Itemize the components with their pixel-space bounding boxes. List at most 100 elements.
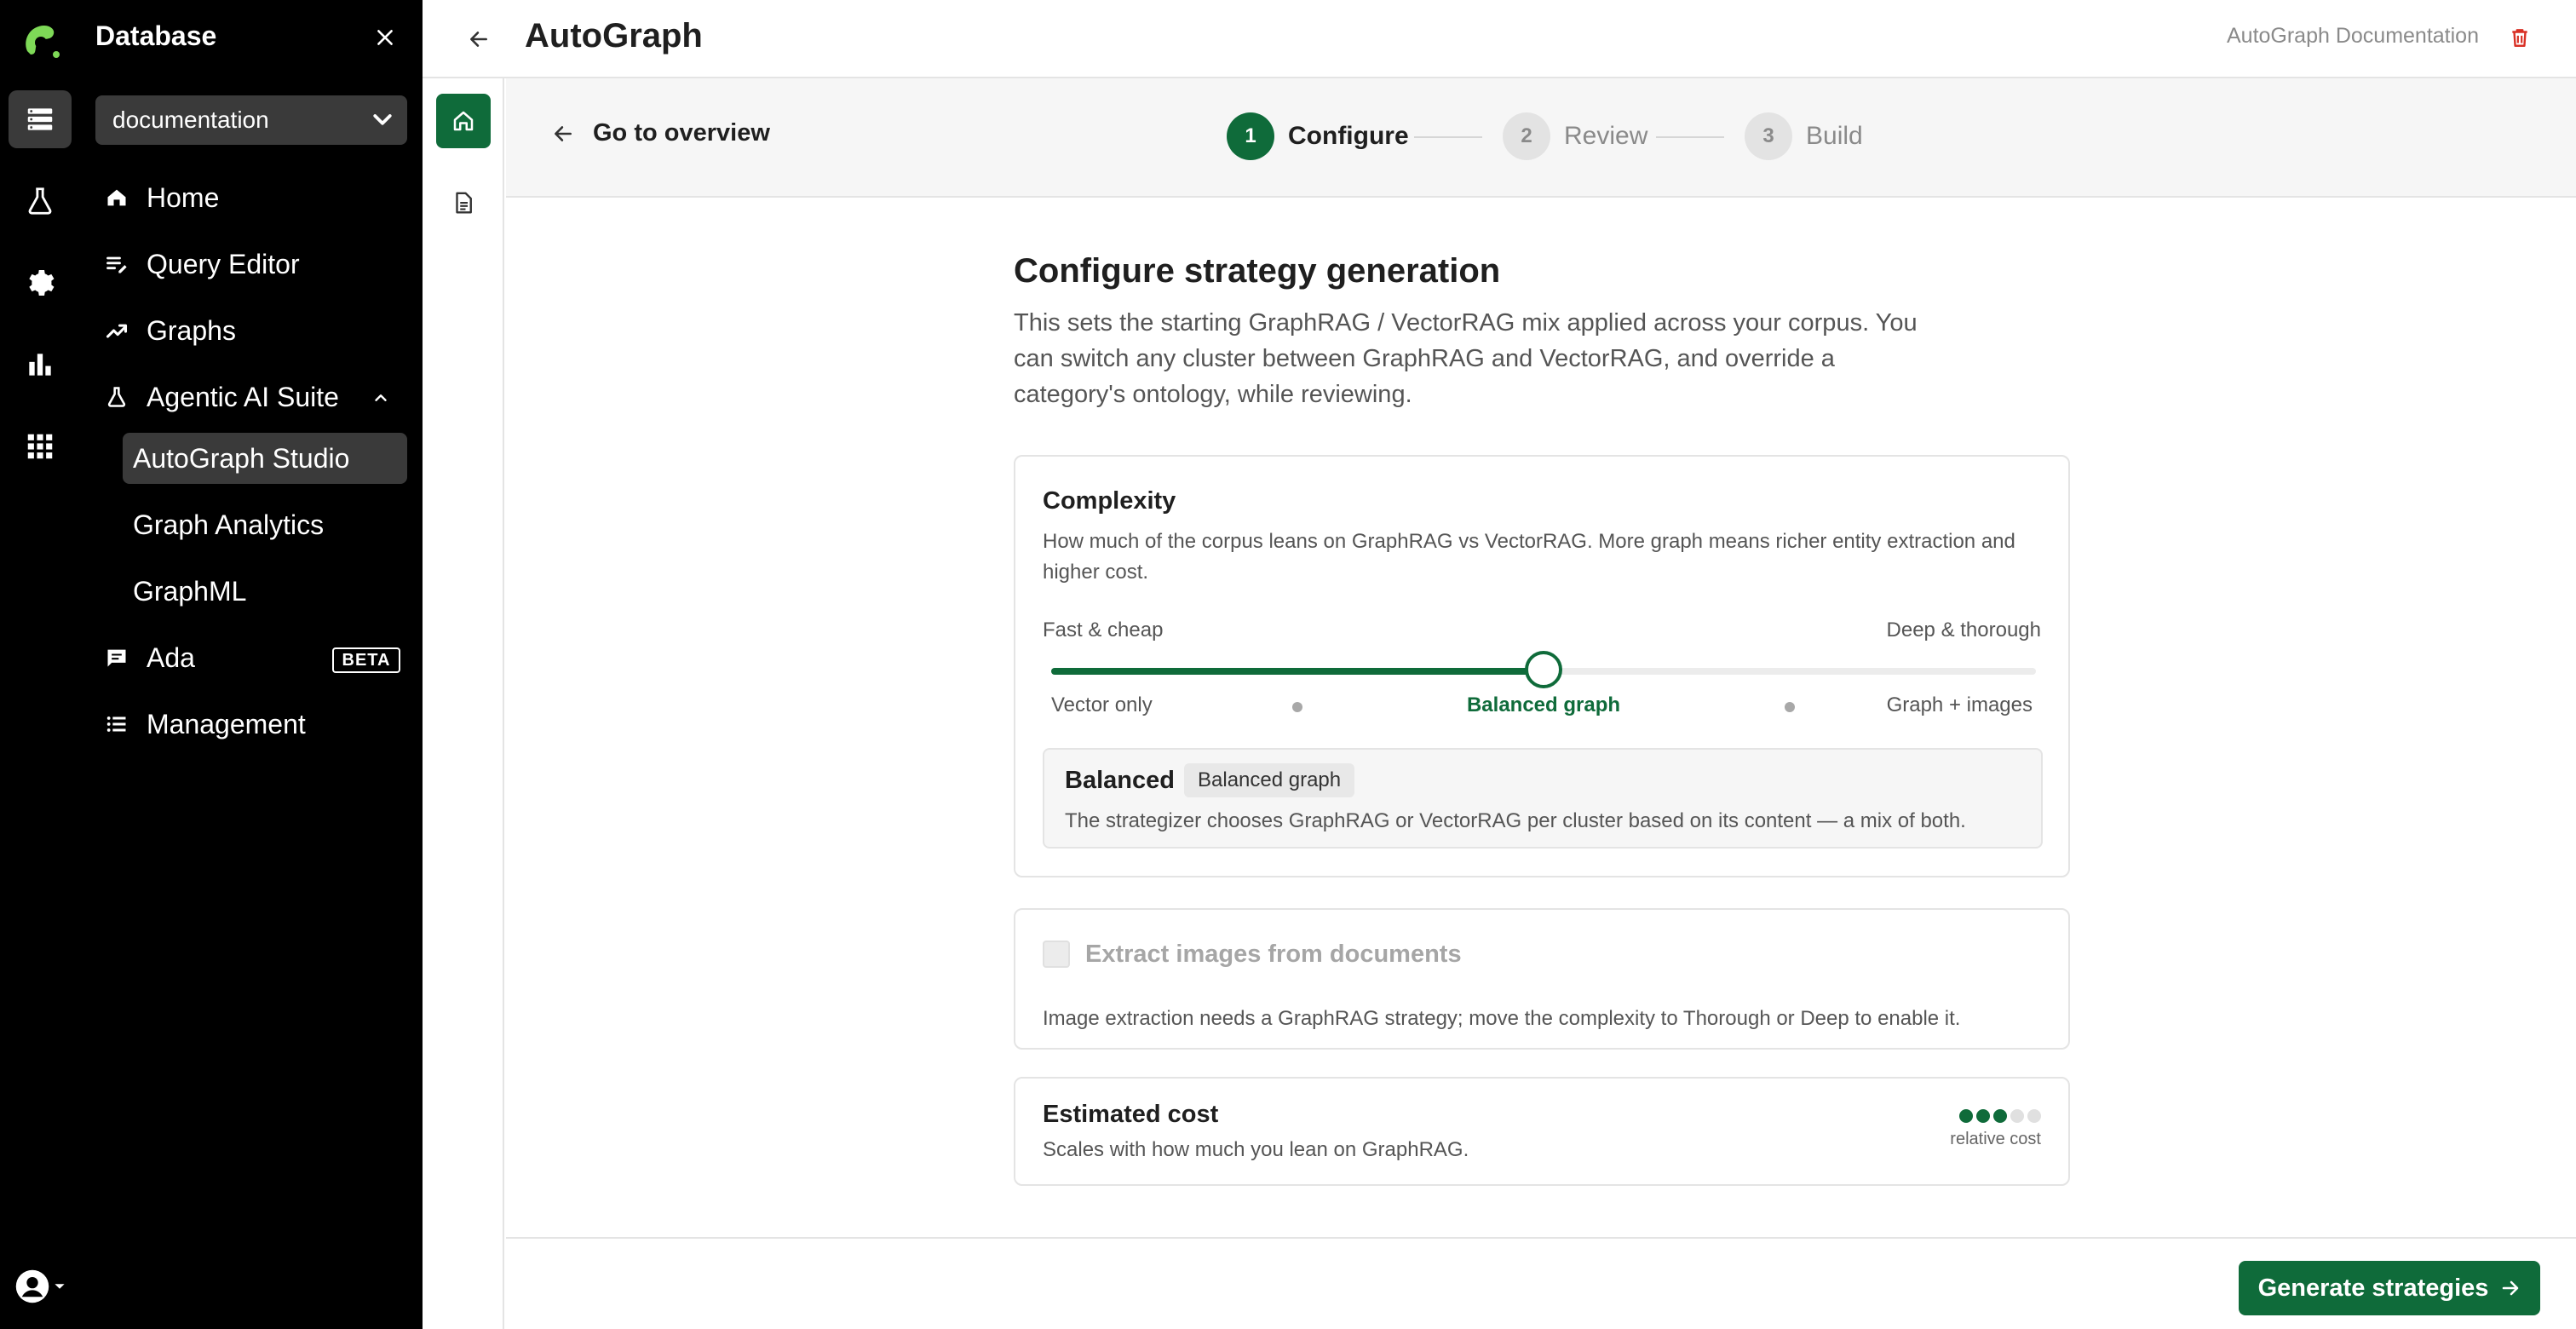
query-editor-icon — [104, 251, 129, 277]
arrow-left-icon — [552, 123, 574, 145]
image-extraction-card: Extract images from documents Image extr… — [1014, 908, 2070, 1050]
step-build[interactable]: 3 Build — [1745, 112, 1863, 160]
cost-dot — [1976, 1109, 1990, 1123]
stepper-bar: Go to overview 1 Configure 2 Review 3 Bu… — [506, 78, 2576, 198]
sidebar-item-label: Management — [147, 708, 306, 739]
summary-chip: Balanced graph — [1184, 763, 1355, 797]
extract-images-label[interactable]: Extract images from documents — [1085, 941, 1462, 969]
trending-icon — [104, 318, 129, 343]
database-select-value: documentation — [112, 106, 269, 133]
step-label: Configure — [1288, 122, 1409, 150]
slider-thumb[interactable] — [1525, 651, 1562, 688]
database-select[interactable]: documentation — [95, 95, 407, 145]
flask-icon — [104, 384, 129, 410]
logo-icon[interactable] — [19, 17, 63, 61]
tick-graph-images[interactable]: Graph + images — [1887, 693, 2033, 717]
cost-dot — [2010, 1109, 2024, 1123]
extract-images-checkbox[interactable] — [1043, 941, 1070, 968]
documents-tab[interactable] — [436, 175, 491, 230]
step-review[interactable]: 2 Review — [1503, 112, 1647, 160]
chevron-down-icon — [370, 107, 395, 139]
sidebar-item-label: Ada — [147, 641, 195, 673]
cost-title: Estimated cost — [1043, 1101, 1219, 1128]
complexity-card: Complexity How much of the corpus leans … — [1014, 455, 2070, 877]
extract-images-note: Image extraction needs a GraphRAG strate… — [1043, 1007, 1961, 1030]
sidebar-item-label: Graphs — [147, 314, 236, 346]
sidebar: Database documentation Home Query Editor… — [82, 0, 423, 1329]
apps-grid-icon[interactable] — [9, 417, 72, 475]
tick-dot[interactable] — [1785, 702, 1795, 712]
beta-badge: BETA — [332, 647, 400, 673]
go-to-overview-link[interactable]: Go to overview — [552, 119, 770, 147]
footer-bar: Generate strategies — [506, 1237, 2576, 1329]
cost-level-indicator — [1959, 1109, 2041, 1123]
tick-vector-only[interactable]: Vector only — [1051, 693, 1153, 717]
sidebar-item-ada[interactable]: Ada — [104, 634, 195, 682]
slider-max-label: Deep & thorough — [1886, 618, 2041, 641]
generate-strategies-label: Generate strategies — [2257, 1274, 2489, 1302]
page-title: AutoGraph — [525, 17, 703, 55]
secondary-rail — [423, 78, 504, 1329]
go-to-overview-label: Go to overview — [593, 119, 770, 147]
sidebar-subitem-graphml[interactable]: GraphML — [123, 566, 407, 617]
sidebar-item-graphs[interactable]: Graphs — [104, 307, 236, 354]
flask-icon[interactable] — [9, 172, 72, 230]
step-number: 2 — [1503, 112, 1550, 160]
sidebar-subitem-graph-analytics[interactable]: Graph Analytics — [123, 499, 407, 550]
step-configure[interactable]: 1 Configure — [1227, 112, 1409, 160]
document-icon — [456, 192, 472, 214]
sidebar-item-label: Home — [147, 181, 220, 213]
sidebar-item-home[interactable]: Home — [104, 174, 219, 222]
home-tab[interactable] — [436, 94, 491, 148]
complexity-description: How much of the corpus leans on GraphRAG… — [1043, 530, 2015, 584]
cost-dot — [1959, 1109, 1973, 1123]
slider-fill — [1051, 668, 1544, 675]
step-connector — [1656, 136, 1724, 138]
back-arrow-icon[interactable] — [460, 20, 497, 58]
bar-chart-icon[interactable] — [9, 336, 72, 394]
section-intro: This sets the starting GraphRAG / Vector… — [1014, 309, 1918, 408]
user-avatar-icon[interactable] — [9, 1263, 72, 1310]
documentation-link[interactable]: AutoGraph Documentation — [2227, 24, 2479, 49]
estimated-cost-card: Estimated cost Scales with how much you … — [1014, 1077, 2070, 1186]
sidebar-subitem-label: GraphML — [133, 575, 247, 607]
close-icon[interactable] — [368, 20, 402, 55]
sidebar-item-management[interactable]: Management — [104, 700, 306, 748]
database-icon[interactable] — [9, 90, 72, 148]
delete-icon[interactable] — [2503, 20, 2537, 55]
home-outline-icon — [453, 111, 474, 131]
sidebar-title: Database — [95, 20, 217, 51]
home-icon — [104, 185, 129, 210]
cost-description: Scales with how much you lean on GraphRA… — [1043, 1138, 1469, 1161]
caret-down-icon — [55, 1284, 65, 1289]
gear-icon[interactable] — [9, 254, 72, 312]
icon-rail — [0, 0, 82, 1329]
summary-description: The strategizer chooses GraphRAG or Vect… — [1065, 809, 1966, 832]
page-header: AutoGraph AutoGraph Documentation — [423, 0, 2576, 78]
step-number: 3 — [1745, 112, 1792, 160]
tick-balanced-graph[interactable]: Balanced graph — [1467, 693, 1620, 717]
complexity-title: Complexity — [1043, 487, 1176, 515]
generate-strategies-button[interactable]: Generate strategies — [2239, 1261, 2540, 1315]
sidebar-subitem-autograph-studio[interactable]: AutoGraph Studio — [123, 433, 407, 484]
step-number: 1 — [1227, 112, 1274, 160]
chat-icon — [104, 645, 129, 670]
sidebar-item-query-editor[interactable]: Query Editor — [104, 240, 300, 288]
section-heading: Configure strategy generation — [1014, 252, 1501, 290]
summary-title: Balanced — [1065, 767, 1175, 794]
tick-dot[interactable] — [1292, 702, 1302, 712]
complexity-slider[interactable] — [1051, 651, 2036, 688]
step-connector — [1414, 136, 1482, 138]
sidebar-item-agentic-ai-suite[interactable]: Agentic AI Suite — [104, 373, 339, 421]
sidebar-subitem-label: Graph Analytics — [133, 509, 325, 540]
sidebar-item-label: Agentic AI Suite — [147, 381, 339, 412]
list-icon — [104, 711, 129, 737]
step-label: Build — [1806, 122, 1863, 150]
strategy-summary: Balanced Balanced graph The strategizer … — [1043, 748, 2043, 849]
sidebar-subitem-label: AutoGraph Studio — [133, 442, 350, 474]
sidebar-item-label: Query Editor — [147, 248, 300, 279]
chevron-up-icon[interactable] — [368, 385, 394, 411]
slider-min-label: Fast & cheap — [1043, 618, 1164, 641]
step-label: Review — [1564, 122, 1648, 150]
arrow-right-icon — [2503, 1280, 2519, 1296]
